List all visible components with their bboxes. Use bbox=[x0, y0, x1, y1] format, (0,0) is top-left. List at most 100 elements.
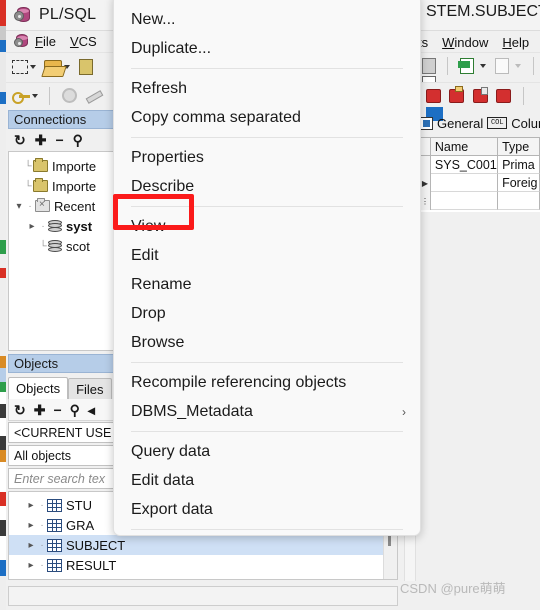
grid-cell-type[interactable] bbox=[498, 192, 540, 210]
connections-tree[interactable]: └ Importe └ Importe ▾ · Recent ▸ · syst bbox=[8, 151, 114, 351]
context-menu-separator bbox=[131, 137, 403, 138]
menu-window[interactable]: Window bbox=[442, 35, 488, 50]
columns-icon: COL bbox=[487, 117, 508, 129]
tree-guide: · bbox=[40, 519, 44, 531]
chevron-right-icon[interactable]: ▸ bbox=[25, 500, 37, 511]
edit-connection-icon[interactable]: ⚲ bbox=[73, 133, 83, 147]
refresh-icon[interactable]: ↻ bbox=[14, 403, 26, 417]
tab-columns[interactable]: COL Colum bbox=[487, 116, 540, 131]
grid-row[interactable]: ▶ Foreig bbox=[420, 174, 540, 192]
context-menu-item-browse[interactable]: Browse bbox=[114, 328, 420, 357]
objects-tree-item-label: STU bbox=[66, 497, 92, 513]
tab-label: Files bbox=[76, 381, 104, 397]
pencil-icon[interactable] bbox=[85, 87, 101, 105]
step-over-icon[interactable] bbox=[422, 57, 436, 75]
context-menu-item-describe[interactable]: Describe bbox=[114, 172, 420, 201]
context-menu-item-recompile-referencing-objects[interactable]: Recompile referencing objects bbox=[114, 368, 420, 397]
gear-icon[interactable] bbox=[61, 87, 77, 105]
context-menu-item-export-data[interactable]: Export data bbox=[114, 495, 420, 524]
save-icon[interactable] bbox=[78, 58, 93, 76]
new-object-icon[interactable] bbox=[12, 58, 36, 76]
menu-file[interactable]: FFileile bbox=[35, 34, 56, 49]
folder-gray-icon bbox=[35, 198, 50, 212]
forward-arrow-icon[interactable] bbox=[494, 57, 522, 75]
objects-type-selector-value: All objects bbox=[14, 448, 71, 463]
grid-cell-name[interactable] bbox=[430, 192, 499, 210]
filter-icon[interactable]: ◂ bbox=[88, 403, 95, 417]
tree-item-recent[interactable]: ▾ · Recent bbox=[9, 196, 113, 216]
objects-type-selector[interactable]: All objects bbox=[8, 445, 114, 466]
breakpoint-icon[interactable] bbox=[426, 87, 441, 105]
context-menu-item-properties[interactable]: Properties bbox=[114, 143, 420, 172]
chevron-right-icon[interactable]: ▸ bbox=[25, 520, 37, 531]
find-icon[interactable]: ⚲ bbox=[70, 403, 80, 417]
document-tabstrip: General COL Colum bbox=[420, 112, 540, 134]
tab-general[interactable]: General bbox=[420, 116, 483, 131]
tab-files[interactable]: Files bbox=[68, 378, 112, 399]
objects-tree-item-label: TEACHER bbox=[66, 578, 128, 580]
refresh-icon[interactable]: ↻ bbox=[14, 133, 26, 147]
context-menu-item-edit-data[interactable]: Edit data bbox=[114, 466, 420, 495]
objects-panel-header: Objects bbox=[8, 354, 114, 373]
back-arrow-icon[interactable] bbox=[457, 57, 487, 75]
tab-label: General bbox=[437, 115, 484, 131]
objects-tree-item-teacher[interactable]: ▸ · TEACHER bbox=[9, 575, 397, 581]
context-menu-item-label: Browse bbox=[131, 333, 185, 351]
context-menu-item-edit[interactable]: Edit bbox=[114, 241, 420, 270]
breakpoint-add-icon[interactable] bbox=[449, 86, 465, 105]
grid-cell-name[interactable]: SYS_C0011267 bbox=[430, 156, 499, 174]
database-icon bbox=[48, 219, 62, 233]
tab-label: Colum bbox=[511, 115, 540, 131]
context-menu-item-label: Export data bbox=[131, 500, 213, 518]
objects-user-selector[interactable]: <CURRENT USE bbox=[8, 422, 114, 443]
context-menu-item-new[interactable]: New... bbox=[114, 5, 420, 34]
breakpoint-clear-icon[interactable] bbox=[496, 87, 512, 105]
context-menu-separator bbox=[131, 431, 403, 432]
chevron-right-icon[interactable]: ▸ bbox=[26, 221, 38, 232]
grid-column-header-type[interactable]: Type bbox=[498, 138, 540, 156]
context-menu-item-add-to-folder[interactable]: Add to folder › bbox=[114, 535, 420, 536]
grid-cell-type[interactable]: Prima bbox=[498, 156, 540, 174]
grid-cell-name[interactable] bbox=[430, 174, 499, 192]
context-menu-item-drop[interactable]: Drop bbox=[114, 299, 420, 328]
remove-icon[interactable]: − bbox=[55, 133, 63, 147]
context-menu[interactable]: New... Duplicate... Refresh Copy comma s… bbox=[113, 0, 421, 536]
context-menu-item-copy-comma-separated[interactable]: Copy comma separated bbox=[114, 103, 420, 132]
objects-tree-item-result[interactable]: ▸ · RESULT bbox=[9, 555, 397, 575]
add-icon[interactable]: ✚ bbox=[35, 133, 47, 147]
objects-tree-item-subject[interactable]: ▸ · SUBJECT bbox=[9, 535, 397, 555]
context-menu-item-query-data[interactable]: Query data bbox=[114, 437, 420, 466]
open-folder-icon[interactable] bbox=[44, 58, 71, 76]
tree-item-scott[interactable]: └ scot bbox=[9, 236, 113, 256]
remove-icon[interactable]: − bbox=[53, 403, 61, 417]
context-menu-item-label: Duplicate... bbox=[131, 39, 212, 57]
grid-row[interactable]: SYS_C0011267 Prima bbox=[420, 156, 540, 174]
constraints-grid[interactable]: Name Type SYS_C0011267 Prima ▶ Foreig ⋮ bbox=[420, 137, 540, 212]
chevron-right-icon[interactable]: ▸ bbox=[25, 580, 37, 581]
grid-cell-type[interactable]: Foreig bbox=[498, 174, 540, 192]
context-menu-item-refresh[interactable]: Refresh bbox=[114, 74, 420, 103]
context-menu-item-rename[interactable]: Rename bbox=[114, 270, 420, 299]
chevron-down-icon[interactable]: ▾ bbox=[13, 201, 25, 212]
key-icon[interactable] bbox=[12, 87, 38, 105]
tab-objects[interactable]: Objects bbox=[8, 377, 69, 399]
objects-search-input[interactable]: Enter search tex bbox=[8, 468, 114, 489]
menu-vcs[interactable]: VCS bbox=[70, 34, 97, 49]
grid-row[interactable]: ⋮ bbox=[420, 192, 540, 210]
context-menu-item-duplicate[interactable]: Duplicate... bbox=[114, 34, 420, 63]
chevron-right-icon[interactable]: ▸ bbox=[25, 540, 37, 551]
statusbar bbox=[8, 586, 398, 606]
context-menu-item-dbms-metadata[interactable]: DBMS_Metadata › bbox=[114, 397, 420, 426]
context-menu-item-view[interactable]: View bbox=[114, 212, 420, 241]
grid-column-header-name[interactable]: Name bbox=[430, 138, 499, 156]
context-menu-item-label: New... bbox=[131, 10, 176, 28]
chevron-right-icon[interactable]: ▸ bbox=[25, 560, 37, 571]
table-icon bbox=[47, 578, 62, 579]
tree-item-imported-1[interactable]: └ Importe bbox=[9, 156, 113, 176]
tree-item-imported-2[interactable]: └ Importe bbox=[9, 176, 113, 196]
tree-item-system[interactable]: ▸ · syst bbox=[9, 216, 113, 236]
menu-help[interactable]: Help bbox=[502, 35, 529, 50]
add-icon[interactable]: ✚ bbox=[34, 403, 46, 417]
breakpoint-copy-icon[interactable] bbox=[472, 87, 488, 105]
tree-guide: └ bbox=[39, 240, 47, 252]
